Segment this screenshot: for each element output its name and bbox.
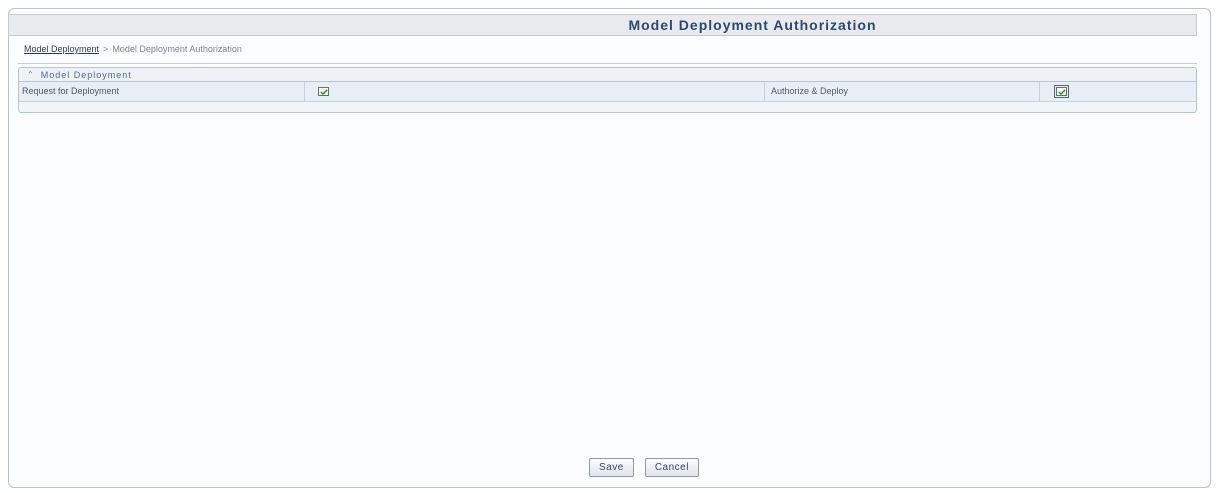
- check-icon: [319, 88, 328, 95]
- table-row: Request for Deployment Authorize & Deplo…: [19, 82, 1196, 102]
- cancel-button[interactable]: Cancel: [644, 458, 699, 477]
- section-header[interactable]: ⌃ Model Deployment: [19, 68, 1196, 82]
- authorize-deploy-checkbox-box: [1056, 87, 1067, 96]
- breadcrumb: Model Deployment > Model Deployment Author…: [24, 44, 242, 54]
- chevron-up-icon[interactable]: ⌃: [27, 70, 35, 79]
- page-title: Model Deployment Authorization: [628, 17, 877, 33]
- breadcrumb-separator: >: [103, 44, 109, 54]
- save-button[interactable]: Save: [589, 458, 634, 477]
- breadcrumb-link-model-deployment[interactable]: Model Deployment: [24, 44, 99, 54]
- column-divider: [764, 82, 765, 101]
- title-bar: Model Deployment Authorization: [8, 14, 1197, 36]
- column-divider: [304, 82, 305, 101]
- authorize-deploy-label: Authorize & Deploy: [771, 86, 849, 96]
- button-row: Save Cancel: [0, 458, 1220, 477]
- request-for-deployment-label: Request for Deployment: [22, 86, 120, 96]
- column-divider: [1039, 82, 1040, 101]
- divider: [18, 63, 1197, 64]
- check-icon: [1057, 88, 1066, 95]
- model-deployment-section: ⌃ Model Deployment Request for Deploymen…: [18, 67, 1197, 113]
- section-title: Model Deployment: [40, 69, 132, 80]
- authorize-deploy-checkbox[interactable]: [1054, 85, 1069, 98]
- request-for-deployment-checkbox[interactable]: [318, 87, 329, 96]
- breadcrumb-current: Model Deployment Authorization: [112, 44, 242, 54]
